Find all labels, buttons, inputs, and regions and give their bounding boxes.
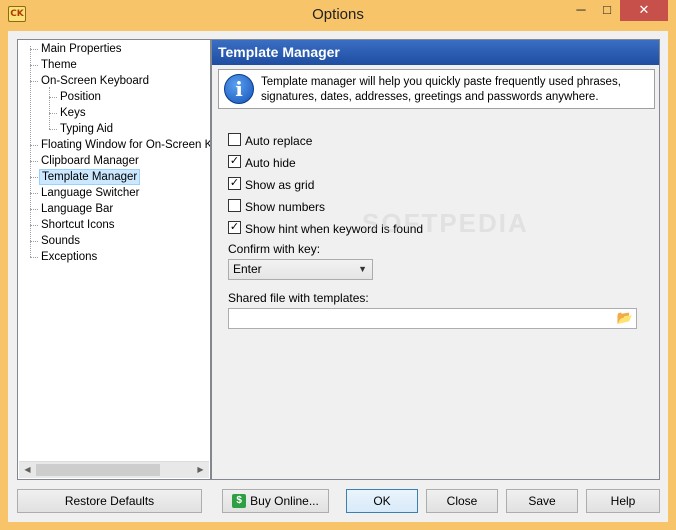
info-icon: i xyxy=(224,74,254,104)
checkbox-label: Show numbers xyxy=(245,199,326,214)
confirm-key-select[interactable]: Enter ▼ xyxy=(228,259,373,280)
tree-item[interactable]: Main Properties xyxy=(39,41,124,57)
info-box: i Template manager will help you quickly… xyxy=(218,69,655,109)
options-tree[interactable]: Main Properties Theme On-Screen Keyboard Po… xyxy=(17,39,211,480)
tree-item[interactable]: Keys xyxy=(58,105,88,121)
checkbox-unchecked-icon[interactable] xyxy=(228,133,241,147)
scroll-right-arrow-icon[interactable]: ▶ xyxy=(192,462,209,478)
checkbox-unchecked-icon[interactable] xyxy=(228,199,241,213)
option-checkbox-row[interactable]: ✓ Auto hide xyxy=(228,155,296,171)
checkbox-checked-icon[interactable]: ✓ xyxy=(228,155,241,169)
checkbox-label: Auto hide xyxy=(245,155,296,170)
option-checkbox-row[interactable]: ✓ Show hint when keyword is found xyxy=(228,221,423,237)
chevron-down-icon: ▼ xyxy=(358,264,367,274)
checkbox-label: Auto replace xyxy=(245,133,313,148)
save-button[interactable]: Save xyxy=(506,489,578,513)
scroll-left-arrow-icon[interactable]: ◀ xyxy=(19,462,36,478)
options-window: CK Options ─ □ ✕ Main Properties Theme On-… xyxy=(0,0,676,530)
shared-file-label: Shared file with templates: xyxy=(228,291,369,305)
option-checkbox-row[interactable]: Auto replace xyxy=(228,133,312,149)
tree-item[interactable]: Language Bar xyxy=(39,201,115,217)
option-checkbox-row[interactable]: ✓ Show as grid xyxy=(228,177,314,193)
confirm-key-label: Confirm with key: xyxy=(228,242,321,256)
tree-item[interactable]: Language Switcher xyxy=(39,185,141,201)
dialog-client-area: Main Properties Theme On-Screen Keyboard Po… xyxy=(8,31,668,522)
checkbox-label: Show as grid xyxy=(245,177,315,192)
open-folder-icon[interactable]: 📂 xyxy=(616,310,634,327)
buy-online-button[interactable]: $ Buy Online... xyxy=(222,489,329,513)
tree-item[interactable]: Exceptions xyxy=(39,249,99,265)
dollar-icon: $ xyxy=(232,493,247,508)
template-manager-panel: Template Manager i Template manager will… xyxy=(211,39,660,480)
minimize-button[interactable]: ─ xyxy=(568,0,594,21)
tree-item[interactable]: Floating Window for On-Screen Ke xyxy=(39,137,210,153)
tree-item[interactable]: Sounds xyxy=(39,233,82,249)
tree-item[interactable]: Typing Aid xyxy=(58,121,115,137)
option-checkbox-row[interactable]: Show numbers xyxy=(228,199,325,215)
panel-title: Template Manager xyxy=(212,40,659,65)
tree-item[interactable]: On-Screen Keyboard xyxy=(39,73,151,89)
tree-item[interactable]: Template Manager xyxy=(39,169,141,185)
info-text: Template manager will help you quickly p… xyxy=(261,76,621,103)
tree-item[interactable]: Theme xyxy=(39,57,79,73)
maximize-button[interactable]: □ xyxy=(594,0,620,21)
checkbox-checked-icon[interactable]: ✓ xyxy=(228,221,241,235)
title-bar[interactable]: CK Options ─ □ ✕ xyxy=(0,0,676,31)
buy-online-label: Buy Online... xyxy=(250,494,319,508)
confirm-key-value: Enter xyxy=(233,262,262,276)
checkbox-checked-icon[interactable]: ✓ xyxy=(228,177,241,191)
shared-file-input[interactable]: 📂 xyxy=(228,308,637,329)
close-window-button[interactable]: ✕ xyxy=(620,0,668,21)
checkbox-label: Show hint when keyword is found xyxy=(245,221,424,236)
ok-button[interactable]: OK xyxy=(346,489,418,513)
close-button[interactable]: Close xyxy=(426,489,498,513)
restore-defaults-button[interactable]: Restore Defaults xyxy=(17,489,202,513)
tree-horizontal-scrollbar[interactable]: ◀ ▶ xyxy=(19,461,209,478)
tree-item[interactable]: Position xyxy=(58,89,103,105)
tree-item[interactable]: Clipboard Manager xyxy=(39,153,141,169)
tree-item[interactable]: Shortcut Icons xyxy=(39,217,117,233)
scroll-thumb[interactable] xyxy=(36,464,160,476)
help-button[interactable]: Help xyxy=(586,489,660,513)
